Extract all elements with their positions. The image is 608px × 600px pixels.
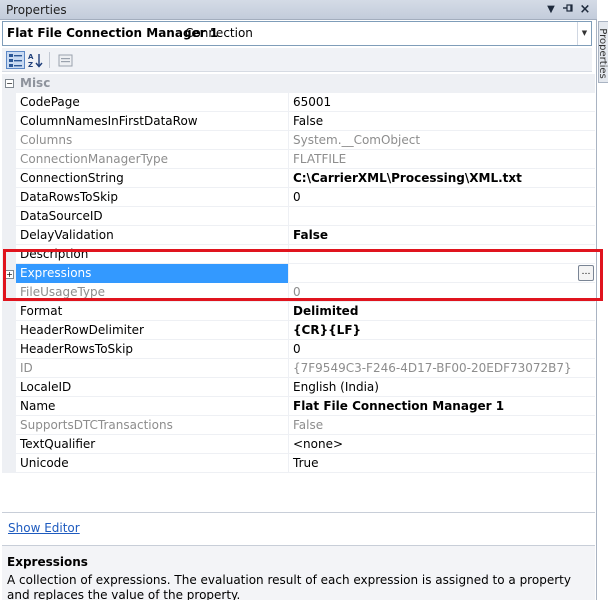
property-value: False	[293, 228, 328, 242]
property-name: SupportsDTCTransactions	[20, 418, 173, 432]
property-name: Unicode	[20, 456, 69, 470]
toolbar-divider	[49, 52, 50, 68]
property-value: 65001	[293, 95, 332, 109]
alphabetical-button[interactable]: A Z	[26, 51, 45, 69]
object-selector[interactable]: Flat File Connection Manager 1 Connectio…	[2, 21, 592, 46]
property-row-supportsdtctransactions[interactable]: SupportsDTCTransactions False	[16, 416, 595, 435]
property-value: <none>	[293, 437, 344, 451]
grid-gutter	[2, 93, 16, 473]
property-row-unicode[interactable]: Unicode True	[16, 454, 595, 473]
sort-az-icon: A Z	[28, 53, 43, 69]
property-row-id[interactable]: ID {7F9549C3-F246-4D17-BF00-20EDF73072B7}	[16, 359, 595, 378]
property-name: Columns	[20, 133, 73, 147]
property-name: Expressions	[20, 266, 92, 280]
property-value: Flat File Connection Manager 1	[293, 399, 505, 413]
property-name: Format	[20, 304, 63, 318]
property-row-name[interactable]: Name Flat File Connection Manager 1	[16, 397, 595, 416]
properties-side-tab[interactable]: Properties	[598, 21, 608, 83]
property-value: 0	[293, 285, 301, 299]
commands-pane: Show Editor	[2, 512, 595, 544]
property-row-textqualifier[interactable]: TextQualifier <none>	[16, 435, 595, 454]
property-value: False	[293, 418, 324, 432]
property-value: {7F9549C3-F246-4D17-BF00-20EDF73072B7}	[293, 361, 572, 375]
property-name: ConnectionManagerType	[20, 152, 169, 166]
property-value: Delimited	[293, 304, 359, 318]
property-row-description[interactable]: Description	[16, 245, 595, 264]
property-pages-icon	[58, 54, 73, 67]
property-name: HeaderRowDelimiter	[20, 323, 144, 337]
object-type: Connection	[185, 26, 253, 40]
property-name: ConnectionString	[20, 171, 124, 185]
property-name: Description	[20, 247, 89, 261]
property-row-connectionmanagertype[interactable]: ConnectionManagerType FLATFILE	[16, 150, 595, 169]
property-value: C:\CarrierXML\Processing\XML.txt	[293, 171, 522, 185]
property-pages-button[interactable]	[56, 51, 75, 69]
property-row-datasourceid[interactable]: DataSourceID	[16, 207, 595, 226]
property-row-headerrowstoskip[interactable]: HeaderRowsToSkip 0	[16, 340, 595, 359]
property-name: DataSourceID	[20, 209, 103, 223]
property-name: DataRowsToSkip	[20, 190, 119, 204]
property-value: 0	[293, 342, 301, 356]
property-value: 0	[293, 190, 301, 204]
property-value: True	[293, 456, 319, 470]
property-name: ID	[20, 361, 33, 375]
property-name: CodePage	[20, 95, 80, 109]
description-title: Expressions	[7, 555, 88, 569]
property-row-fileusagetype[interactable]: FileUsageType 0	[16, 283, 595, 302]
property-name: DelayValidation	[20, 228, 114, 242]
category-misc[interactable]: − Misc	[2, 74, 595, 93]
property-value: System.__ComObject	[293, 133, 421, 147]
pin-icon[interactable]	[561, 2, 575, 17]
property-row-connectionstring[interactable]: ConnectionString C:\CarrierXML\Processing…	[16, 169, 595, 188]
description-pane: Expressions A collection of expressions.…	[2, 545, 595, 600]
chevron-down-icon[interactable]: ▼	[577, 22, 591, 45]
property-name: ColumnNamesInFirstDataRow	[20, 114, 198, 128]
property-name: FileUsageType	[20, 285, 106, 299]
property-row-expressions[interactable]: Expressions …	[16, 264, 595, 283]
properties-window: Properties ▼ × Flat File Connection Mana…	[0, 0, 597, 600]
close-icon[interactable]: ×	[578, 2, 592, 17]
property-name: TextQualifier	[20, 437, 96, 451]
property-row-format[interactable]: Format Delimited	[16, 302, 595, 321]
property-row-columnnamesinfirstdatarow[interactable]: ColumnNamesInFirstDataRow False	[16, 112, 595, 131]
categorized-button[interactable]	[6, 51, 25, 69]
category-label: Misc	[20, 76, 51, 90]
property-row-codepage[interactable]: CodePage 65001	[16, 93, 595, 112]
description-text: A collection of expressions. The evaluat…	[7, 573, 571, 600]
svg-text:A: A	[28, 53, 34, 61]
property-name: Name	[20, 399, 56, 413]
side-tab-label: Properties	[598, 28, 608, 79]
property-value: FLATFILE	[293, 152, 347, 166]
property-name: HeaderRowsToSkip	[20, 342, 134, 356]
property-row-localeid[interactable]: LocaleID English (India)	[16, 378, 595, 397]
property-row-columns[interactable]: Columns System.__ComObject	[16, 131, 595, 150]
show-editor-link[interactable]: Show Editor	[8, 521, 80, 535]
svg-text:Z: Z	[28, 61, 33, 68]
expand-icon[interactable]: +	[5, 270, 14, 279]
property-row-delayvalidation[interactable]: DelayValidation False	[16, 226, 595, 245]
property-value: False	[293, 114, 324, 128]
property-value: {CR}{LF}	[293, 323, 362, 337]
window-title: Properties	[6, 3, 67, 17]
collapse-icon[interactable]: −	[5, 79, 14, 88]
property-grid: − Misc CodePage 65001 ColumnNamesInFirstD…	[2, 74, 595, 510]
property-value: English (India)	[293, 380, 379, 394]
categorized-icon	[9, 54, 22, 67]
property-row-datarowstoskip[interactable]: DataRowsToSkip 0	[16, 188, 595, 207]
dropdown-arrow-icon[interactable]: ▼	[544, 2, 558, 17]
property-name: LocaleID	[20, 380, 72, 394]
properties-toolbar: A Z	[2, 48, 592, 72]
ellipsis-button[interactable]: …	[578, 265, 594, 281]
property-row-headerrowdelimiter[interactable]: HeaderRowDelimiter {CR}{LF}	[16, 321, 595, 340]
title-bar: Properties ▼ ×	[0, 0, 597, 20]
